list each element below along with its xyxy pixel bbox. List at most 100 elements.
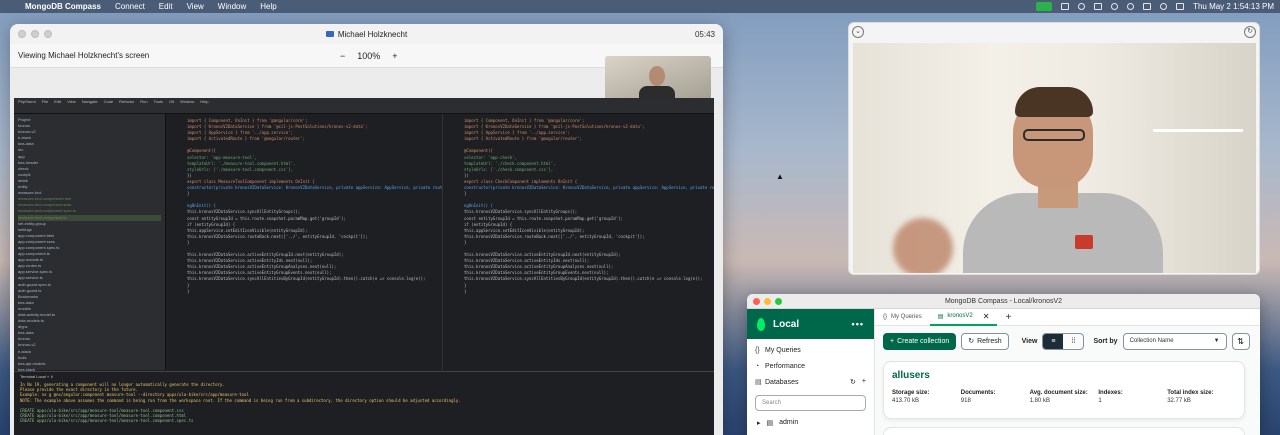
control-center-icon[interactable] — [1176, 3, 1185, 10]
sort-direction-button[interactable]: ⇅ — [1231, 332, 1250, 350]
stat-value: 1 — [1098, 398, 1102, 404]
code-line: this.kronosV2DataService.syncAllEntities… — [187, 276, 426, 282]
refresh-label: Refresh — [977, 337, 1002, 345]
ide-terminal: Terminal Local + ∨ In Nx 19, generating … — [14, 371, 714, 435]
menubar-datetime[interactable]: Thu May 2 1:54:13 PM — [1193, 2, 1274, 11]
zoom-out-button[interactable]: − — [340, 51, 345, 61]
menu-connect[interactable]: Connect — [115, 2, 145, 11]
collections-toolbar: + Create collection ↻ Refresh View ≡ ⁞⁞ … — [875, 326, 1260, 356]
plus-icon: + — [1005, 311, 1012, 323]
sidebar-item-performance[interactable]: ◔ Performance — [755, 358, 866, 374]
collection-card[interactable]: allusers Storage size: 413.70 kB Documen… — [883, 361, 1245, 419]
ide-menu-item: Run — [140, 99, 148, 104]
stat-storage-size: Storage size: 413.70 kB — [892, 390, 961, 404]
video-feed — [853, 43, 1256, 273]
grid-view-icon[interactable]: ⁞⁞ — [1063, 334, 1083, 349]
code-line: constructor(private kronosV2DataService:… — [464, 185, 714, 191]
collection-stats: Storage size: 413.70 kB Documents: 918 A… — [892, 390, 1236, 404]
ide-menu-item: Help — [200, 99, 209, 104]
sidebar-item-databases[interactable]: ▤ Databases ↻ + — [755, 374, 866, 390]
collapse-chevron-icon[interactable]: ⌄ — [852, 26, 864, 38]
ide-menu-item: Navigate — [81, 99, 98, 104]
compass-window: MongoDB Compass - Local/kronosV2 Local •… — [747, 294, 1260, 435]
ide-project-tree: Project kronos kronos-v2 e-stack kna-data src… — [14, 114, 166, 378]
sidebar-item-label: Databases — [765, 378, 799, 386]
ide-menu-item: Code — [103, 99, 114, 104]
list-view-icon[interactable]: ≡ — [1043, 333, 1064, 349]
sort-select[interactable]: Collection Name ▼ — [1122, 332, 1227, 350]
menu-bar: MongoDB Compass Connect Edit View Window… — [0, 0, 1280, 13]
sidebar-item-label: My Queries — [765, 346, 801, 354]
mongodb-leaf-icon — [757, 317, 765, 331]
ide-menu-item: View — [67, 99, 76, 104]
clock-icon[interactable] — [1127, 3, 1135, 10]
zoom-in-button[interactable]: + — [392, 51, 397, 61]
menu-help[interactable]: Help — [260, 2, 276, 11]
battery-icon[interactable] — [1094, 3, 1103, 10]
status-icon[interactable] — [1078, 3, 1086, 10]
menu-window[interactable]: Window — [218, 2, 246, 11]
shirt-logo — [1075, 235, 1093, 249]
collection-name[interactable]: allusers — [892, 370, 1236, 381]
code-line: constructor(private kronosV2DataService:… — [187, 185, 443, 191]
connection-name: Local — [773, 318, 800, 330]
database-search-input[interactable]: Search — [755, 395, 866, 411]
stat-label: Indexes: — [1098, 390, 1123, 396]
new-tab-button[interactable]: + — [997, 309, 1019, 326]
menu-edit[interactable]: Edit — [159, 2, 173, 11]
wifi-icon[interactable] — [1143, 3, 1152, 10]
tab-label: My Queries — [891, 314, 922, 320]
terminal-line: CREATE apps/ula-bike/src/app/measure-too… — [20, 418, 194, 424]
refresh-icon[interactable]: ↻ — [850, 378, 856, 386]
stat-documents: Documents: 918 — [961, 390, 1030, 404]
sidebar-item-label: Performance — [765, 362, 806, 370]
gauge-icon: ◔ — [755, 362, 760, 370]
ide-menu-bar: PhpStorm File Edit View Navigate Code Refactor… — [14, 98, 714, 105]
connection-header[interactable]: Local ••• — [747, 309, 874, 339]
sidebar-item-my-queries[interactable]: {} My Queries — [755, 342, 866, 358]
share-titlebar: Michael Holzknecht 05:43 — [10, 24, 723, 44]
ide-menu-item: PhpStorm — [18, 99, 36, 104]
facetime-icon — [325, 31, 334, 38]
add-database-icon[interactable]: + — [862, 378, 866, 386]
code-line: } — [187, 288, 190, 294]
workspace-tabs: {} My Queries ▤ kronosV2 ✕ + — [875, 309, 1260, 326]
close-tab-icon[interactable]: ✕ — [983, 312, 990, 321]
stat-total-index-size: Total index size: 32.77 kB — [1167, 390, 1236, 404]
menu-view[interactable]: View — [187, 2, 204, 11]
compass-sidebar: Local ••• {} My Queries ◔ Performance ▤ … — [747, 309, 875, 435]
create-collection-button[interactable]: + Create collection — [883, 332, 957, 350]
share-title-text: Michael Holzknecht — [337, 29, 408, 39]
sort-label: Sort by — [1093, 337, 1118, 345]
caret-down-icon: ▼ — [1213, 338, 1220, 344]
screen-share-icon[interactable] — [1061, 3, 1070, 10]
braces-icon: {} — [755, 346, 760, 354]
stat-label: Storage size: — [892, 390, 930, 396]
menu-app-name[interactable]: MongoDB Compass — [25, 2, 101, 11]
ide-editor-left: import { Component, OnInit } from '@angu… — [167, 114, 443, 370]
code-line: } — [464, 288, 467, 294]
viewing-label: Viewing Michael Holzknecht's screen — [18, 51, 150, 60]
zoom-level: 100% — [357, 50, 381, 61]
facetime-status-icon[interactable] — [1036, 2, 1053, 11]
rotate-icon[interactable]: ↻ — [1244, 26, 1256, 38]
search-icon[interactable] — [1160, 3, 1168, 10]
control-icon[interactable] — [1111, 3, 1119, 10]
view-toggle: ≡ ⁞⁞ — [1042, 332, 1085, 350]
ide-tab-bar — [14, 105, 714, 114]
sidebar-db-admin[interactable]: ▸ ▤ admin — [747, 413, 874, 433]
stat-avg-document-size: Avg. document size: 1.80 kB — [1030, 390, 1099, 404]
braces-icon: {} — [883, 314, 888, 320]
person-hair — [1015, 87, 1093, 117]
tab-my-queries[interactable]: {} My Queries — [875, 309, 930, 326]
tab-kronosv2[interactable]: ▤ kronosV2 ✕ — [929, 309, 998, 326]
ide-menu-item: Edit — [54, 99, 62, 104]
share-window-title: Michael Holzknecht — [10, 30, 723, 39]
zoom-controls: − 100% + — [340, 51, 398, 61]
refresh-button[interactable]: ↻ Refresh — [961, 332, 1009, 350]
collection-card-next[interactable] — [883, 427, 1245, 435]
stat-value: 918 — [960, 398, 971, 404]
stat-value: 1.80 kB — [1029, 398, 1050, 404]
more-options-icon[interactable]: ••• — [852, 319, 864, 329]
database-icon: ▤ — [937, 313, 944, 320]
